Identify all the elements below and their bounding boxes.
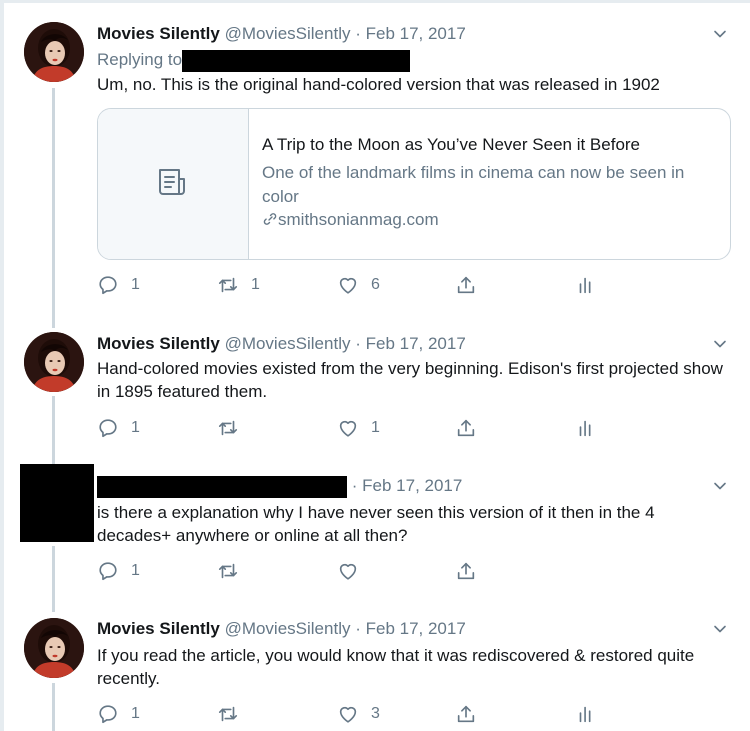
share-icon — [455, 703, 477, 725]
tweet-text: Um, no. This is the original hand-colore… — [97, 75, 660, 94]
link-card[interactable]: A Trip to the Moon as You’ve Never Seen … — [97, 108, 731, 260]
author-name[interactable]: Movies Silently — [97, 619, 220, 638]
author-name[interactable]: Movies Silently — [97, 334, 220, 353]
share-button[interactable] — [455, 702, 477, 726]
tweet-text: Hand-colored movies existed from the ver… — [97, 359, 723, 401]
tweet-header: Movies Silently @MoviesSilently · Feb 17… — [97, 618, 466, 640]
redacted-author — [97, 475, 347, 498]
card-description: One of the landmark films in cinema can … — [262, 163, 685, 206]
reply-count: 1 — [131, 419, 140, 436]
tweet-text: is there a explanation why I have never … — [97, 503, 655, 545]
retweet-icon — [217, 274, 239, 296]
card-domain: smithsonianmag.com — [262, 210, 439, 230]
retweet-icon — [217, 560, 239, 582]
avatar-image — [24, 618, 84, 678]
tweet[interactable]: · Feb 17, 2017 is there a explanation wh… — [0, 460, 750, 608]
retweet-icon — [217, 703, 239, 725]
chevron-down-icon[interactable] — [712, 478, 728, 494]
tweet-header: Movies Silently @MoviesSilently · Feb 17… — [97, 333, 466, 355]
tweet[interactable]: Movies Silently @MoviesSilently · Feb 17… — [0, 320, 750, 460]
stats-icon — [575, 274, 597, 296]
chevron-down-icon[interactable] — [712, 26, 728, 42]
reply-button[interactable]: 1 — [97, 559, 140, 583]
like-icon — [337, 560, 359, 582]
analytics-button[interactable] — [575, 273, 597, 297]
like-icon — [337, 417, 359, 439]
avatar[interactable] — [24, 332, 84, 392]
retweet-icon — [217, 417, 239, 439]
retweet-button[interactable] — [217, 416, 251, 440]
reply-icon — [97, 274, 119, 296]
author-handle[interactable]: @MoviesSilently — [225, 334, 351, 353]
separator: · — [355, 334, 361, 353]
like-icon — [337, 274, 359, 296]
avatar[interactable] — [24, 618, 84, 678]
reply-button[interactable]: 1 — [97, 273, 140, 297]
author-name[interactable]: Movies Silently — [97, 24, 220, 43]
share-icon — [455, 560, 477, 582]
share-button[interactable] — [455, 273, 477, 297]
like-button[interactable]: 1 — [337, 416, 380, 440]
article-icon — [159, 169, 185, 195]
share-button[interactable] — [455, 559, 477, 583]
retweet-button[interactable] — [217, 702, 239, 726]
reply-button[interactable]: 1 — [97, 416, 140, 440]
reply-count: 1 — [131, 705, 140, 722]
retweet-button[interactable]: 1 — [217, 273, 260, 297]
reply-count: 1 — [131, 276, 140, 293]
tweet-header: · Feb 17, 2017 — [97, 475, 462, 498]
card-domain-text: smithsonianmag.com — [278, 210, 439, 229]
card-title: A Trip to the Moon as You’ve Never Seen … — [262, 135, 641, 154]
share-icon — [455, 417, 477, 439]
reply-icon — [97, 560, 119, 582]
author-handle[interactable]: @MoviesSilently — [225, 24, 351, 43]
author-handle[interactable]: @MoviesSilently — [225, 619, 351, 638]
reply-icon — [97, 417, 119, 439]
card-thumbnail — [98, 109, 249, 259]
redacted-username — [182, 49, 411, 72]
chevron-down-icon[interactable] — [712, 621, 728, 637]
like-button[interactable]: 6 — [337, 273, 380, 297]
share-icon — [455, 274, 477, 296]
replying-to: Replying to — [97, 48, 727, 72]
tweet-date[interactable]: Feb 17, 2017 — [366, 619, 466, 638]
reply-icon — [97, 703, 119, 725]
avatar-image — [24, 332, 84, 392]
tweet[interactable]: Movies Silently @MoviesSilently · Feb 17… — [0, 0, 750, 320]
like-count: 1 — [371, 419, 380, 436]
chevron-down-icon[interactable] — [712, 336, 728, 352]
separator: · — [355, 619, 361, 638]
like-button[interactable] — [337, 559, 359, 583]
avatar-image — [24, 22, 84, 82]
share-button[interactable] — [455, 416, 477, 440]
like-button[interactable]: 3 — [337, 702, 380, 726]
like-count: 3 — [371, 705, 380, 722]
like-icon — [337, 703, 359, 725]
tweet-date[interactable]: Feb 17, 2017 — [366, 334, 466, 353]
link-icon — [263, 213, 277, 225]
separator: · — [351, 476, 358, 495]
retweet-button[interactable] — [217, 559, 239, 583]
avatar[interactable] — [24, 22, 84, 82]
reply-button[interactable]: 1 — [97, 702, 140, 726]
tweet[interactable]: Movies Silently @MoviesSilently · Feb 17… — [0, 608, 750, 731]
tweet-date[interactable]: Feb 17, 2017 — [366, 24, 466, 43]
stats-icon — [575, 417, 597, 439]
redacted-avatar — [20, 464, 94, 542]
tweet-date[interactable]: Feb 17, 2017 — [362, 476, 462, 495]
retweet-count: 1 — [251, 276, 260, 293]
reply-count: 1 — [131, 562, 140, 579]
analytics-button[interactable] — [575, 416, 597, 440]
replying-to-label: Replying to — [97, 50, 183, 69]
tweet-text: If you read the article, you would know … — [97, 646, 695, 688]
analytics-button[interactable] — [575, 702, 597, 726]
like-count: 6 — [371, 276, 380, 293]
tweet-header: Movies Silently @MoviesSilently · Feb 17… — [97, 23, 466, 45]
separator: · — [355, 24, 361, 43]
stats-icon — [575, 703, 597, 725]
